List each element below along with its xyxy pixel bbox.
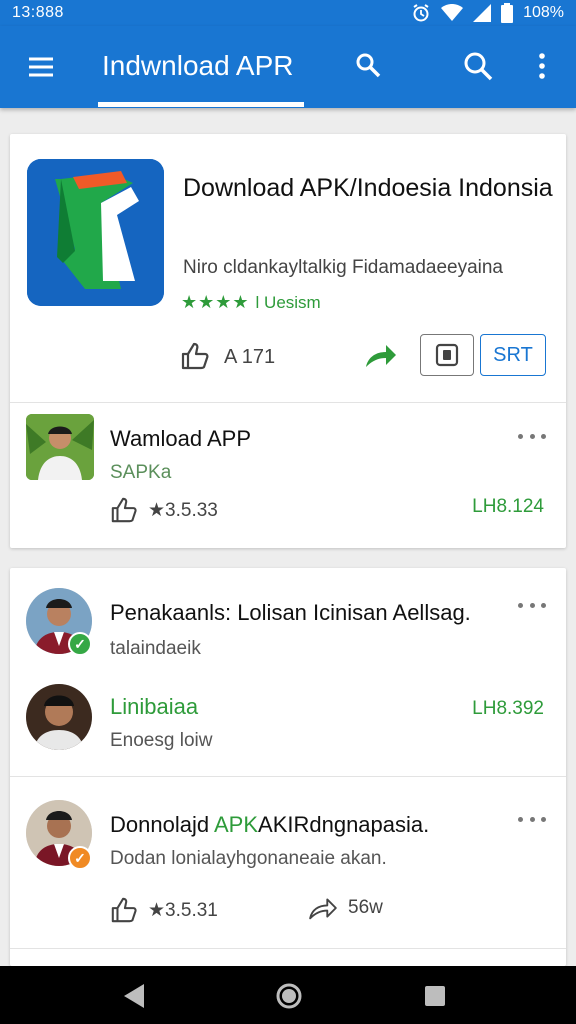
related-app-subtitle: SAPKa [110,462,172,483]
app-title: Indwnload APR [102,50,294,81]
post-version: LH8.392 [472,698,544,719]
status-time: 13:888 [12,4,64,21]
menu-button[interactable] [22,52,60,82]
post-rating: ★3.5.31 [148,899,218,921]
share-icon[interactable] [364,341,398,374]
related-rating: ★3.5.33 [148,499,218,521]
app-bar: Indwnload APR [0,26,576,108]
signal-icon [473,4,492,22]
search-alt-button[interactable] [350,48,386,84]
thumbs-up-icon[interactable] [180,341,210,376]
share-count: 56w [348,897,383,918]
system-nav-bar [0,966,576,1024]
divider [10,402,566,403]
verified-badge-icon: ✓ [68,846,92,870]
post-share[interactable]: 56w [308,896,383,920]
battery-percent: 108% [523,4,564,21]
install-button[interactable]: SRT [480,334,546,376]
thumbs-up-icon [111,897,137,923]
save-button[interactable] [420,334,474,376]
featured-app-card: Download APK/Indoesia Indonsia Niro clda… [10,134,566,548]
recent-apps-icon[interactable] [424,985,446,1012]
thumbs-up-icon [111,497,137,523]
like-count: A 171 [224,346,276,368]
verified-badge-icon: ✓ [68,632,92,656]
related-meta: ★3.5.33 [110,496,218,524]
battery-icon [501,3,514,23]
post-more-button[interactable] [518,812,546,826]
post-title: Penakaanls: Lolisan Icinisan Aellsag. [110,600,471,625]
search-button[interactable] [460,48,496,84]
search-icon [356,53,381,78]
tab-indicator [98,102,304,107]
post-subtitle: Dodan lonialayhgonaneaie akan. [110,848,387,869]
app-rating: ★★★★ l Uesism [181,292,321,313]
post-title-suffix: AKIRdngnapasia. [258,812,430,837]
home-icon[interactable] [275,982,303,1015]
app-description: Niro cldankayltalkig Fidamadaeeyaina [183,257,504,278]
status-icons: 108% [411,3,564,23]
alarm-icon [411,3,431,23]
related-app-thumbnail[interactable] [26,414,94,480]
rating-label: l Uesism [255,292,321,312]
more-vert-icon [539,53,545,79]
back-icon[interactable] [122,983,146,1014]
app-logo[interactable] [27,159,164,306]
star-rating: ★★★★ [181,292,250,312]
divider [10,948,566,949]
post-title: Linibaiaa [110,694,199,719]
post-title-highlight: APK [213,812,259,837]
related-version: LH8.124 [472,496,544,517]
post-meta: ★3.5.31 [110,896,218,924]
post-title-prefix: Donnolajd [110,812,214,837]
related-app-title: Wamload APP [110,426,252,451]
app-actions: A 171 SRT [10,334,566,382]
avatar[interactable] [26,684,92,750]
post-more-button[interactable] [518,598,546,612]
menu-icon [29,57,53,77]
divider [10,776,566,777]
share-icon [309,898,337,920]
app-name: Download APK/Indoesia Indonsia [183,174,553,202]
posts-card: ✓ Penakaanls: Lolisan Icinisan Aellsag. … [10,568,566,966]
post-subtitle: talaindaeik [110,638,201,659]
bookmark-box-icon [435,343,459,367]
related-more-button[interactable] [518,429,546,443]
wifi-icon [441,4,464,22]
post-title: Donnolajd APKAKIRdngnapasia. [110,812,429,838]
overflow-menu-button[interactable] [524,48,560,84]
status-bar: 13:888 108% [0,0,576,26]
post-subtitle: Enoesg loiw [110,730,213,751]
search-icon [464,52,493,81]
